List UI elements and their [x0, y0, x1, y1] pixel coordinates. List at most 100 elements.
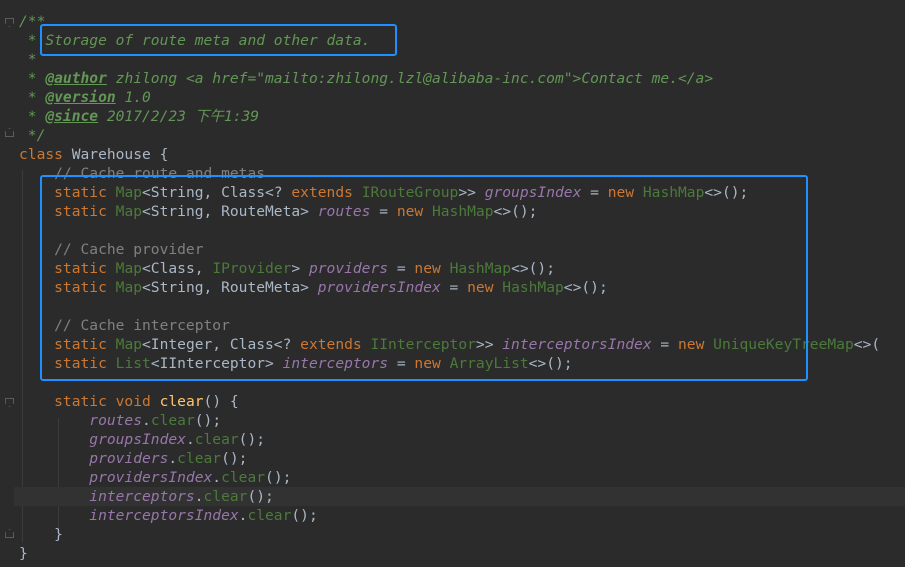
code-token: clear: [194, 431, 239, 448]
code-line[interactable]: // Cache route and metas: [19, 164, 265, 183]
code-token: // Cache interceptor: [19, 317, 230, 334]
code-token: new: [467, 279, 503, 296]
code-token: static: [19, 260, 116, 277]
code-token: .: [142, 412, 151, 429]
code-line[interactable]: }: [19, 544, 28, 563]
code-token: *: [19, 108, 46, 125]
code-editor[interactable]: /** * Storage of route meta and other da…: [0, 0, 905, 567]
code-token: clear: [221, 469, 266, 486]
code-token: clear: [247, 507, 292, 524]
code-token: providersIndex: [19, 469, 213, 486]
code-token: *: [19, 70, 46, 87]
code-token: */: [19, 127, 46, 144]
code-token: <Class,: [142, 260, 213, 277]
code-token: >>: [475, 336, 503, 353]
code-line[interactable]: static Map<Integer, Class<? extends IInt…: [19, 335, 880, 354]
code-line[interactable]: interceptors.clear();: [19, 487, 274, 506]
code-token: clear: [150, 412, 195, 429]
code-token: interceptors: [19, 488, 195, 505]
code-token: new: [678, 336, 714, 353]
code-token: Warehouse: [71, 146, 160, 163]
fold-method-start-icon[interactable]: [5, 398, 14, 407]
fold-method-end-icon[interactable]: [5, 529, 14, 538]
code-line[interactable]: routes.clear();: [19, 411, 221, 430]
code-line[interactable]: }: [19, 525, 63, 544]
code-line[interactable]: /**: [19, 12, 45, 31]
code-token: @since: [45, 108, 99, 125]
code-token: <>(: [853, 336, 881, 353]
code-line[interactable]: static Map<Class, IProvider> providers =…: [19, 259, 555, 278]
code-line[interactable]: * @since 2017/2/23 下午1:39: [19, 107, 259, 126]
code-line[interactable]: // Cache provider: [19, 240, 204, 259]
code-line[interactable]: static Map<String, RouteMeta> providersI…: [19, 278, 608, 297]
code-token: <>();: [528, 355, 573, 372]
code-line[interactable]: * @version 1.0: [19, 88, 151, 107]
code-token: =: [651, 336, 678, 353]
code-token: // Cache provider: [19, 241, 204, 258]
code-token: interceptorsIndex: [19, 507, 239, 524]
code-token: new: [414, 355, 450, 372]
code-line[interactable]: groupsIndex.clear();: [19, 430, 265, 449]
code-line[interactable]: // Cache interceptor: [19, 316, 230, 335]
code-line[interactable]: * @author zhilong <a href="mailto:zhilon…: [19, 69, 713, 88]
code-line[interactable]: static Map<String, RouteMeta> routes = n…: [19, 202, 537, 221]
code-token: *: [19, 51, 37, 68]
fold-comment-end-icon[interactable]: [5, 128, 14, 137]
code-line[interactable]: */: [19, 126, 46, 145]
code-token: Map: [115, 336, 143, 353]
code-token: ();: [221, 450, 248, 467]
code-token: HashMap: [642, 184, 705, 201]
code-token: =: [388, 355, 415, 372]
code-token: new: [607, 184, 643, 201]
code-token: zhilong <a href="mailto:zhilong.lzl@alib…: [106, 70, 714, 87]
code-line[interactable]: interceptorsIndex.clear();: [19, 506, 318, 525]
code-token: <>();: [704, 184, 749, 201]
code-token: clear: [159, 393, 204, 410]
code-token: routes: [317, 203, 371, 220]
code-token: new: [414, 260, 450, 277]
code-token: ();: [265, 469, 292, 486]
code-token: 2017/2/23 下午1:39: [98, 108, 260, 125]
code-token: static: [19, 336, 116, 353]
code-token: <>();: [511, 260, 556, 277]
code-line[interactable]: * Storage of route meta and other data.: [19, 31, 371, 50]
code-token: // Cache route and metas: [19, 165, 266, 182]
code-token: class: [19, 146, 72, 163]
code-token: <String, RouteMeta>: [142, 279, 318, 296]
code-token: clear: [177, 450, 222, 467]
code-line[interactable]: providers.clear();: [19, 449, 247, 468]
code-token: static: [19, 203, 116, 220]
code-token: <String, RouteMeta>: [142, 203, 318, 220]
code-token: <Integer, Class<?: [142, 336, 301, 353]
code-token: Map: [115, 184, 143, 201]
code-token: IInterceptor: [370, 336, 476, 353]
code-token: routes: [19, 412, 143, 429]
code-token: Map: [115, 260, 143, 277]
code-line[interactable]: static List<IInterceptor> interceptors =…: [19, 354, 573, 373]
editor-gutter: [0, 0, 14, 567]
code-token: ();: [238, 431, 266, 448]
code-token: =: [370, 203, 397, 220]
code-token: groupsIndex: [19, 431, 186, 448]
code-token: new: [396, 203, 432, 220]
code-token: Map: [115, 203, 143, 220]
code-token: 1.0: [115, 89, 151, 106]
code-line[interactable]: *: [19, 50, 37, 69]
code-token: ();: [291, 507, 318, 524]
code-line[interactable]: providersIndex.clear();: [19, 468, 291, 487]
code-token: <IInterceptor>: [150, 355, 283, 372]
code-token: static void: [19, 393, 160, 410]
code-token: List: [115, 355, 151, 372]
fold-comment-start-icon[interactable]: [5, 18, 14, 27]
code-line[interactable]: static Map<String, Class<? extends IRout…: [19, 183, 748, 202]
code-token: extends: [291, 184, 362, 201]
code-token: interceptors: [282, 355, 389, 372]
code-token: <String, Class<?: [142, 184, 292, 201]
code-line[interactable]: class Warehouse {: [19, 145, 168, 164]
code-token: HashMap: [502, 279, 564, 296]
code-line[interactable]: static void clear() {: [19, 392, 239, 411]
code-token: static: [19, 184, 116, 201]
code-token: =: [440, 279, 468, 296]
code-token: =: [388, 260, 415, 277]
code-token: }: [19, 545, 28, 562]
